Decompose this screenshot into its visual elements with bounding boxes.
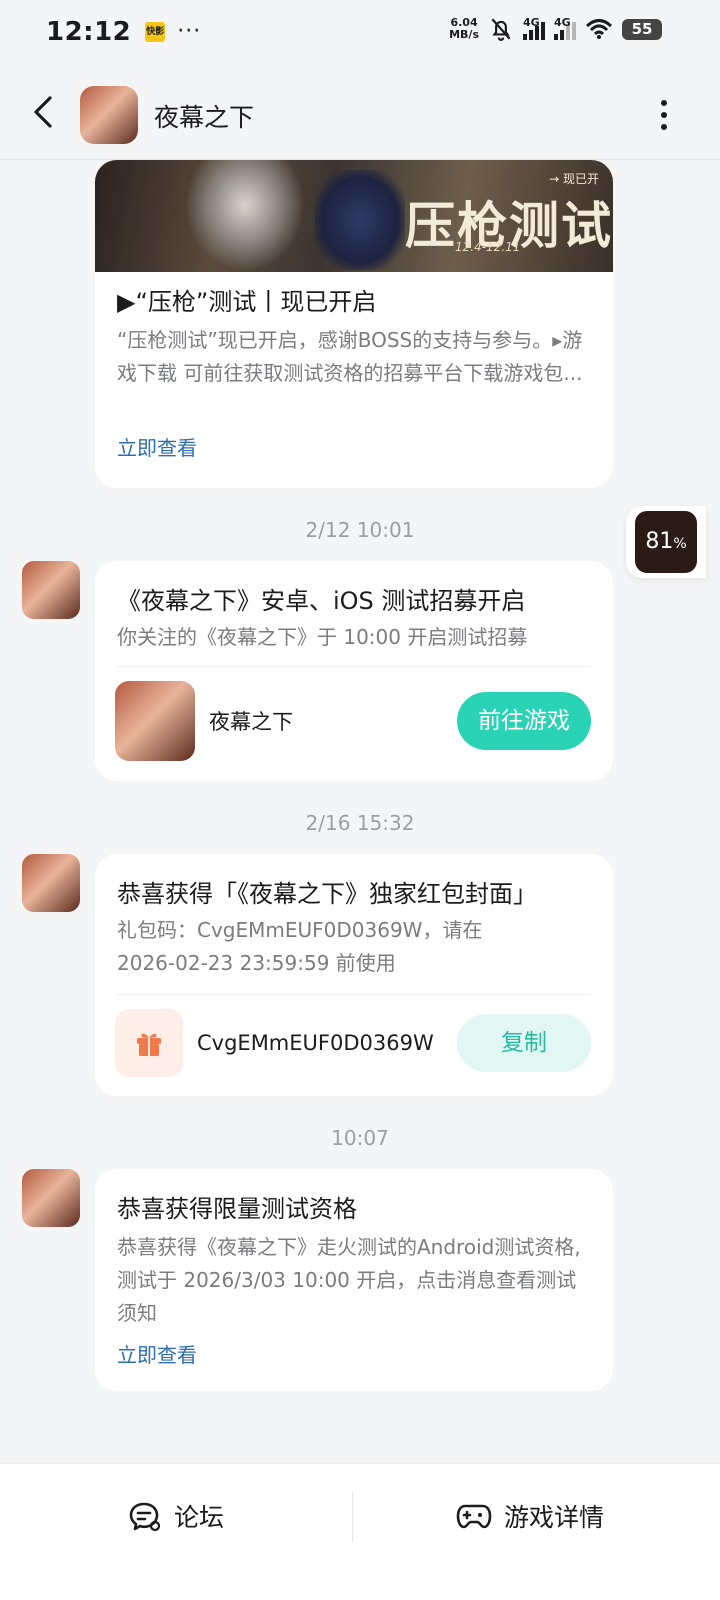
- sender-avatar[interactable]: [22, 561, 80, 619]
- game-thumbnail[interactable]: [115, 681, 195, 761]
- message-card[interactable]: 《夜幕之下》安卓、iOS 测试招募开启 你关注的《夜幕之下》于 10:00 开启…: [95, 561, 613, 781]
- status-indicators: 6.04 MB/s 4G 4G 55: [449, 16, 662, 42]
- tab-divider: [352, 1492, 353, 1542]
- forum-chat-icon: [129, 1502, 161, 1532]
- message-body: 礼包码：CvgEMmEUF0D0369W，请在 2026-02-23 23:59…: [117, 918, 483, 975]
- copy-button[interactable]: 复制: [457, 1014, 591, 1072]
- game-entry-row: 夜幕之下 前往游戏: [95, 667, 613, 781]
- game-name: 夜幕之下: [209, 710, 293, 734]
- progress-percent-value: 81: [645, 529, 674, 554]
- wifi-icon: [585, 19, 613, 39]
- network-speed: 6.04 MB/s: [449, 17, 479, 41]
- gift-code: CvgEMmEUF0D0369W: [197, 1031, 434, 1055]
- message-feed[interactable]: → 现已开 压枪测试 12.4-12.11 ▶“压枪”测试丨现已开启 “压枪测试…: [0, 160, 720, 1463]
- gift-code-row: CvgEMmEUF0D0369W 复制: [95, 995, 613, 1096]
- message-timestamp: 10:07: [331, 1126, 389, 1150]
- message-timestamp: 2/12 10:01: [305, 518, 415, 542]
- message-title: 恭喜获得「《夜幕之下》独家红包封面」: [117, 880, 537, 908]
- message-title: 恭喜获得限量测试资格: [117, 1195, 357, 1223]
- kuaiying-notification-icon: 快影: [145, 22, 166, 42]
- message-timestamp: 2/16 15:32: [305, 811, 415, 835]
- sender-avatar[interactable]: [22, 854, 80, 912]
- view-now-link[interactable]: 立即查看: [117, 433, 591, 463]
- banner-subtitle: → 现已开: [549, 172, 599, 186]
- message-card[interactable]: 恭喜获得限量测试资格 恭喜获得《夜幕之下》走火测试的Android测试资格,测试…: [95, 1169, 613, 1391]
- signal-strength-icon: 4G: [523, 16, 545, 40]
- message-body: “压枪测试”现已开启，感谢BOSS的支持与参与。▸游戏下载 可前往获取测试资格的…: [117, 328, 583, 385]
- message-body: 恭喜获得《夜幕之下》走火测试的Android测试资格,测试于 2026/3/03…: [117, 1235, 581, 1325]
- message-title: 《夜幕之下》安卓、iOS 测试招募开启: [117, 587, 526, 615]
- signal-network-label: 4G: [523, 16, 540, 29]
- progress-percent-badge: 81%: [635, 511, 697, 573]
- back-arrow-icon[interactable]: [26, 94, 62, 130]
- message-card[interactable]: 恭喜获得「《夜幕之下》独家红包封面」 礼包码：CvgEMmEUF0D0369W，…: [95, 854, 613, 1096]
- gift-icon: [115, 1009, 183, 1077]
- message-body: 你关注的《夜幕之下》于 10:00 开启测试招募: [117, 625, 528, 649]
- signal-strength-icon-2: 4G: [554, 16, 576, 40]
- banner-date: 12.4-12.11: [455, 240, 521, 254]
- message-card[interactable]: → 现已开 压枪测试 12.4-12.11 ▶“压枪”测试丨现已开启 “压枪测试…: [95, 160, 613, 488]
- forum-tab[interactable]: 论坛: [128, 1498, 224, 1534]
- progress-percent-unit: %: [673, 536, 687, 552]
- more-notifications-indicator: ···: [177, 19, 202, 44]
- network-speed-unit: MB/s: [449, 28, 479, 41]
- more-options-icon[interactable]: [660, 100, 668, 130]
- game-details-tab-label: 游戏详情: [504, 1503, 605, 1532]
- view-now-link[interactable]: 立即查看: [117, 1340, 591, 1370]
- gamepad-icon: [456, 1504, 492, 1529]
- game-details-tab[interactable]: 游戏详情: [456, 1498, 604, 1534]
- chat-header: 夜幕之下: [0, 64, 720, 160]
- floating-progress-widget[interactable]: 81%: [626, 506, 706, 578]
- message-title: ▶“压枪”测试丨现已开启: [117, 288, 377, 316]
- chat-title: 夜幕之下: [154, 103, 255, 132]
- message-banner-image[interactable]: → 现已开 压枪测试 12.4-12.11: [95, 160, 613, 272]
- battery-icon: 55: [622, 18, 662, 40]
- bottom-action-bar: 论坛 游戏详情: [0, 1463, 720, 1600]
- forum-tab-label: 论坛: [174, 1503, 225, 1532]
- go-to-game-button[interactable]: 前往游戏: [457, 692, 591, 750]
- status-bar: 12:12 快影 ··· 6.04 MB/s 4G 4G 55: [0, 0, 720, 64]
- sender-avatar[interactable]: [22, 1169, 80, 1227]
- signal-network-label-2: 4G: [554, 16, 571, 29]
- game-avatar[interactable]: [80, 86, 138, 144]
- status-time: 12:12: [46, 17, 132, 47]
- mute-bell-icon: [491, 18, 511, 41]
